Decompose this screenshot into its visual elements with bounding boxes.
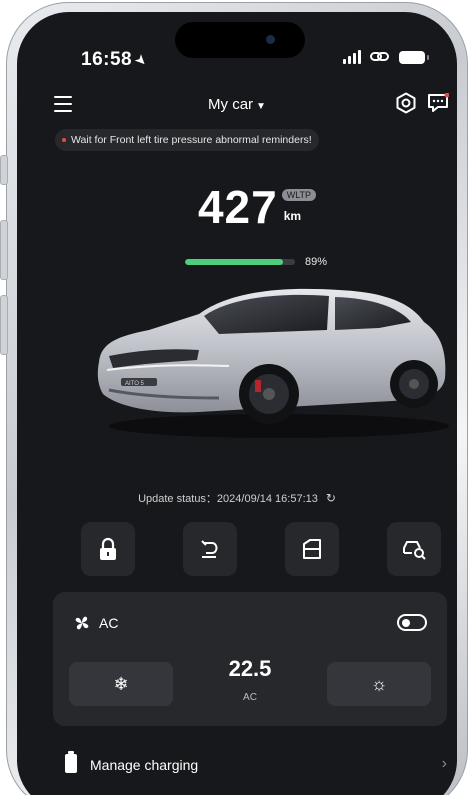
- message-icon[interactable]: [427, 93, 449, 113]
- battery-percent: 89%: [305, 256, 328, 268]
- trunk-button[interactable]: [183, 522, 237, 576]
- status-bar: 16:58➤: [17, 12, 457, 72]
- range-standard-badge: WLTP: [281, 189, 317, 201]
- system-icons: [343, 50, 429, 64]
- alert-dot-icon: [62, 138, 66, 143]
- app-screen: 16:58➤ My car ▼ Wait for Front left tire …: [17, 12, 457, 795]
- top-nav: My car ▼: [17, 92, 457, 122]
- battery-status-icon: [399, 50, 429, 64]
- window-icon: [303, 539, 321, 559]
- lock-icon: [100, 537, 116, 560]
- signal-icon: [343, 50, 361, 64]
- car-search-icon: [403, 541, 426, 560]
- link-icon: [370, 50, 390, 64]
- fan-icon: [75, 616, 89, 630]
- quick-controls: [81, 522, 441, 576]
- trunk-icon: [201, 540, 218, 558]
- climate-header: AC: [73, 614, 118, 632]
- sun-icon: ☼: [370, 673, 388, 694]
- tire-pressure-alert[interactable]: Wait for Front left tire pressure abnorm…: [55, 129, 319, 151]
- find-car-button[interactable]: [387, 522, 441, 576]
- battery-bar-fill: [185, 259, 283, 265]
- manage-charging-label: Manage charging: [90, 757, 199, 773]
- chevron-right-icon: ›: [441, 755, 447, 772]
- climate-toggle[interactable]: [397, 614, 427, 631]
- caret-down-icon: ▼: [256, 101, 266, 112]
- update-status: Update status：2024/09/14 16:57:13 ↻: [17, 490, 457, 506]
- manage-charging-row[interactable]: Manage charging ›: [53, 751, 447, 778]
- page-title: My car: [208, 96, 254, 113]
- update-status-text: Update status：2024/09/14 16:57:13: [138, 493, 318, 505]
- refresh-icon[interactable]: ↻: [326, 491, 336, 505]
- heating-button[interactable]: ☼: [327, 662, 431, 706]
- battery-icon: [65, 751, 77, 773]
- car-image: AITO 5: [97, 288, 449, 438]
- climate-label: AC: [99, 615, 119, 631]
- volume-down-button: [0, 295, 8, 355]
- location-arrow-icon: ➤: [131, 50, 152, 71]
- status-time: 16:58➤: [81, 49, 152, 71]
- window-button[interactable]: [285, 522, 339, 576]
- climate-card: AC ❄ 22.5 AC ☼: [53, 592, 447, 726]
- battery-level: 89%: [185, 256, 327, 268]
- battery-bar: [185, 259, 295, 265]
- range-display: 427 WLTP km: [17, 180, 457, 234]
- settings-icon[interactable]: [395, 92, 417, 114]
- range-value: 427: [197, 181, 278, 233]
- svg-text:AITO 5: AITO 5: [125, 381, 145, 387]
- volume-up-button: [0, 220, 8, 280]
- mute-switch: [0, 155, 8, 185]
- alert-text: Wait for Front left tire pressure abnorm…: [71, 134, 312, 146]
- lock-button[interactable]: [81, 522, 135, 576]
- car-selector[interactable]: My car ▼: [17, 96, 457, 113]
- range-unit: km: [283, 209, 302, 223]
